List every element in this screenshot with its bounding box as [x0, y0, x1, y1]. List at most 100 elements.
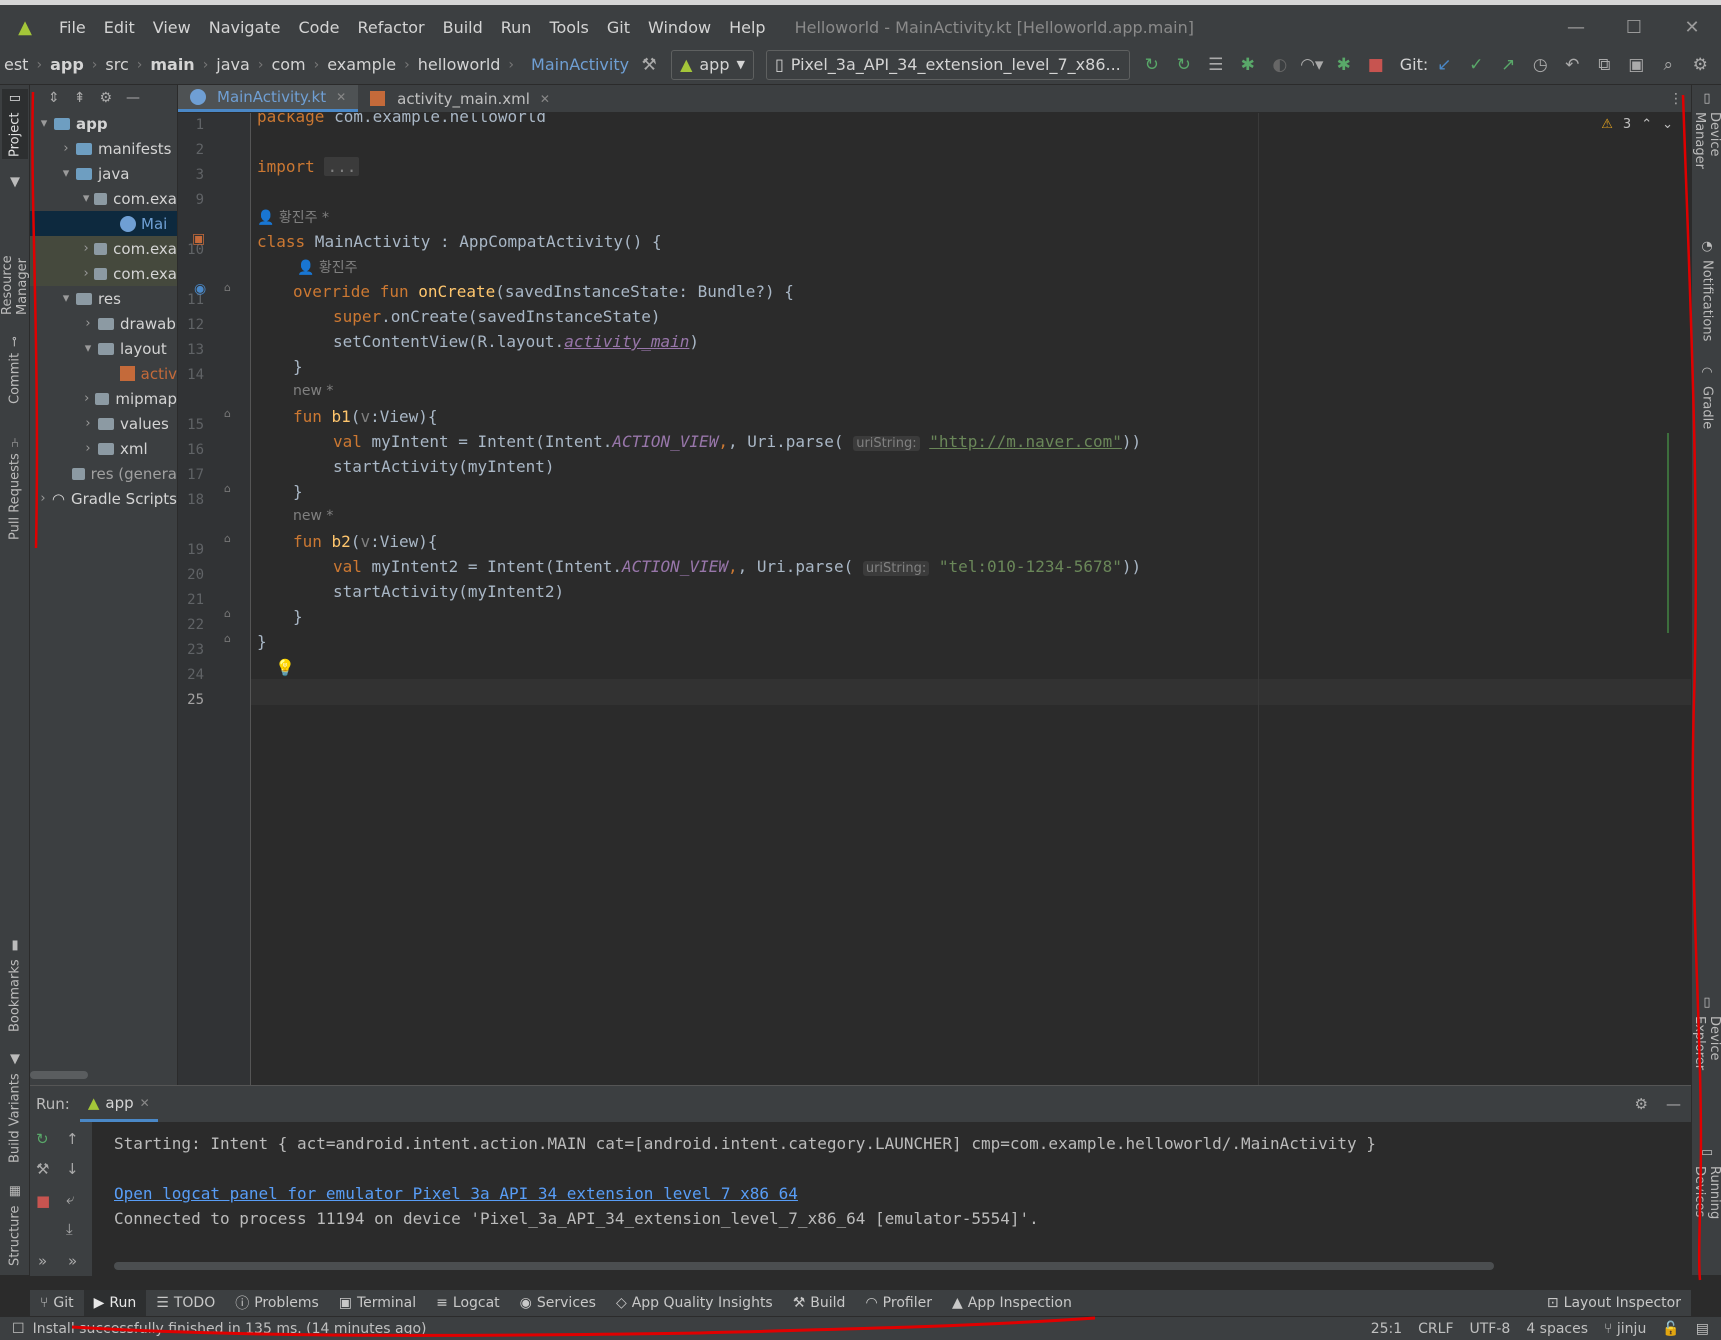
breadcrumb-item[interactable]: com	[267, 55, 309, 74]
toolwindow-run[interactable]: ▶ Run	[83, 1290, 147, 1316]
line-number[interactable]: 9	[178, 192, 204, 208]
menu-file[interactable]: File	[50, 18, 95, 37]
gear-icon[interactable]: ⚙	[99, 90, 112, 106]
close-tab-icon[interactable]: ✕	[540, 92, 550, 106]
breadcrumb-item[interactable]: src	[101, 55, 132, 74]
line-number[interactable]: 1	[178, 117, 204, 133]
chevron-down-icon[interactable]: ▾	[56, 166, 76, 181]
fold-marker-icon[interactable]: ⌂	[224, 532, 231, 545]
more-options-icon[interactable]: ⋮	[1669, 91, 1691, 107]
toolwindow-terminal[interactable]: ▣ Terminal	[329, 1290, 426, 1316]
gear-icon[interactable]: ⚙	[1684, 49, 1716, 81]
tab-device-explorer[interactable]: ▯ Device Explorer	[1692, 995, 1721, 1115]
status-message[interactable]: Install successfully finished in 135 ms.…	[33, 1321, 427, 1337]
tab-device-manager[interactable]: ▯ Device Manager	[1692, 91, 1721, 211]
toolwindow-logcat[interactable]: ≡ Logcat	[426, 1290, 510, 1316]
toolwindow-problems[interactable]: ⓘ Problems	[225, 1290, 329, 1316]
close-icon[interactable]: ✕	[1663, 5, 1721, 50]
line-number[interactable]: 17	[178, 467, 204, 483]
tree-item[interactable]: › manifests	[30, 136, 177, 161]
toolwindow-layout-inspector[interactable]: ⊡ Layout Inspector	[1537, 1290, 1691, 1316]
caret-position[interactable]: 25:1	[1371, 1321, 1402, 1337]
line-number[interactable]: 14	[178, 367, 204, 383]
breadcrumb-item[interactable]: example	[323, 55, 400, 74]
line-number[interactable]: 18	[178, 492, 204, 508]
profile-icon[interactable]: ◠▾	[1296, 49, 1328, 81]
chevron-right-icon[interactable]: ›	[78, 391, 95, 406]
tree-item[interactable]: activ	[30, 361, 177, 386]
run-config-select[interactable]: ▲ app ▼	[671, 49, 754, 80]
attach-debugger-icon[interactable]: ◐	[1264, 49, 1296, 81]
chevron-down-icon[interactable]: ▾	[78, 341, 98, 356]
fold-marker-icon[interactable]: ⌂	[224, 482, 231, 495]
toolwindow-services[interactable]: ◉ Services	[510, 1290, 606, 1316]
close-tab-icon[interactable]: ✕	[336, 90, 346, 104]
line-separator[interactable]: CRLF	[1418, 1321, 1453, 1337]
chevron-right-icon[interactable]: ›	[78, 441, 98, 456]
lightbulb-icon[interactable]: 💡	[275, 658, 295, 677]
tree-item[interactable]: Mai	[30, 211, 177, 236]
logcat-link[interactable]: Open logcat panel for emulator Pixel 3a …	[114, 1184, 798, 1203]
chevron-down-icon[interactable]: ▾	[78, 191, 94, 206]
file-encoding[interactable]: UTF-8	[1470, 1321, 1511, 1337]
stop-icon[interactable]: ■	[36, 1192, 50, 1210]
stop-icon[interactable]: ■	[1360, 49, 1392, 81]
chevron-right-icon[interactable]: ›	[78, 316, 98, 331]
tab-structure[interactable]: Structure ▦	[2, 1180, 28, 1270]
chevron-up-icon[interactable]: ⌃	[1641, 117, 1652, 132]
inspection-widget[interactable]: ⚠ 3 ⌃ ⌄	[1601, 117, 1673, 132]
tab-build-variants[interactable]: Build Variants ▲	[2, 1050, 28, 1165]
menu-navigate[interactable]: Navigate	[200, 18, 290, 37]
memory-icon[interactable]: ▤	[1696, 1321, 1709, 1337]
menu-window[interactable]: Window	[639, 18, 720, 37]
fold-marker-icon[interactable]: ⌂	[224, 407, 231, 420]
chevron-right-icon[interactable]: ›	[78, 416, 98, 431]
attach-process-icon[interactable]: ✱	[1328, 49, 1360, 81]
line-number[interactable]: 24	[178, 667, 204, 683]
panel-toggle-icon[interactable]: ☐	[0, 1321, 33, 1337]
apply-code-changes-icon[interactable]: ↻	[1168, 49, 1200, 81]
breadcrumb-item[interactable]: est	[0, 55, 32, 74]
line-number[interactable]: 15	[178, 417, 204, 433]
run-console[interactable]: Starting: Intent { act=android.intent.ac…	[114, 1122, 1674, 1276]
toolwindow-app-inspection[interactable]: ▲ App Inspection	[942, 1290, 1082, 1316]
breadcrumb-item[interactable]: app	[46, 55, 88, 74]
override-icon[interactable]: ◉	[194, 281, 206, 297]
breadcrumb-item[interactable]: java	[212, 55, 254, 74]
expand-all-icon[interactable]: ⇕	[48, 90, 60, 106]
tree-item[interactable]: › drawab	[30, 311, 177, 336]
breadcrumb-item[interactable]: main	[146, 55, 198, 74]
git-branch[interactable]: ⑂ jinju	[1604, 1321, 1646, 1337]
tab-running-devices[interactable]: ▭ Running Devices	[1692, 1145, 1721, 1265]
tree-item[interactable]: ▾ layout	[30, 336, 177, 361]
menu-tools[interactable]: Tools	[540, 18, 597, 37]
tab-resource-manager[interactable]: Resource Manager ▲	[0, 175, 30, 315]
line-number[interactable]: 22	[178, 617, 204, 633]
tab-mainactivity-kt[interactable]: MainActivity.kt ✕	[178, 85, 359, 112]
indent-setting[interactable]: 4 spaces	[1526, 1321, 1588, 1337]
search-icon[interactable]: ⌕	[1652, 49, 1684, 81]
arrow-up-icon[interactable]: ↑	[66, 1130, 79, 1148]
chevron-down-icon[interactable]: ⌄	[1662, 117, 1673, 132]
line-number[interactable]: 12	[178, 317, 204, 333]
new-hint[interactable]: new *	[293, 383, 333, 399]
tab-pull-requests[interactable]: Pull Requests ⑂	[2, 430, 28, 545]
toolwindow-profiler[interactable]: ◠ Profiler	[855, 1290, 942, 1316]
author-hint[interactable]: 👤 황진주	[297, 257, 358, 277]
tree-item[interactable]: res (genera	[30, 461, 177, 486]
line-number[interactable]: 23	[178, 642, 204, 658]
tree-item[interactable]: › values	[30, 411, 177, 436]
author-hint[interactable]: 👤 황진주 *	[257, 207, 329, 227]
horizontal-scrollbar[interactable]	[30, 1071, 88, 1079]
chevron-right-icon[interactable]: ›	[56, 141, 76, 156]
hide-icon[interactable]: —	[126, 90, 140, 106]
folded-imports[interactable]: ...	[324, 157, 360, 176]
run-list-icon[interactable]: ☰	[1200, 49, 1232, 81]
menu-edit[interactable]: Edit	[95, 18, 144, 37]
git-push-icon[interactable]: ↗	[1492, 49, 1524, 81]
more-icon[interactable]: »	[38, 1252, 47, 1270]
fold-marker-icon[interactable]: ⌂	[224, 281, 231, 294]
chevron-right-icon[interactable]: ›	[78, 266, 94, 281]
tree-item[interactable]: ▾ com.exa	[30, 186, 177, 211]
apply-changes-restart-icon[interactable]: ↻	[1136, 49, 1168, 81]
